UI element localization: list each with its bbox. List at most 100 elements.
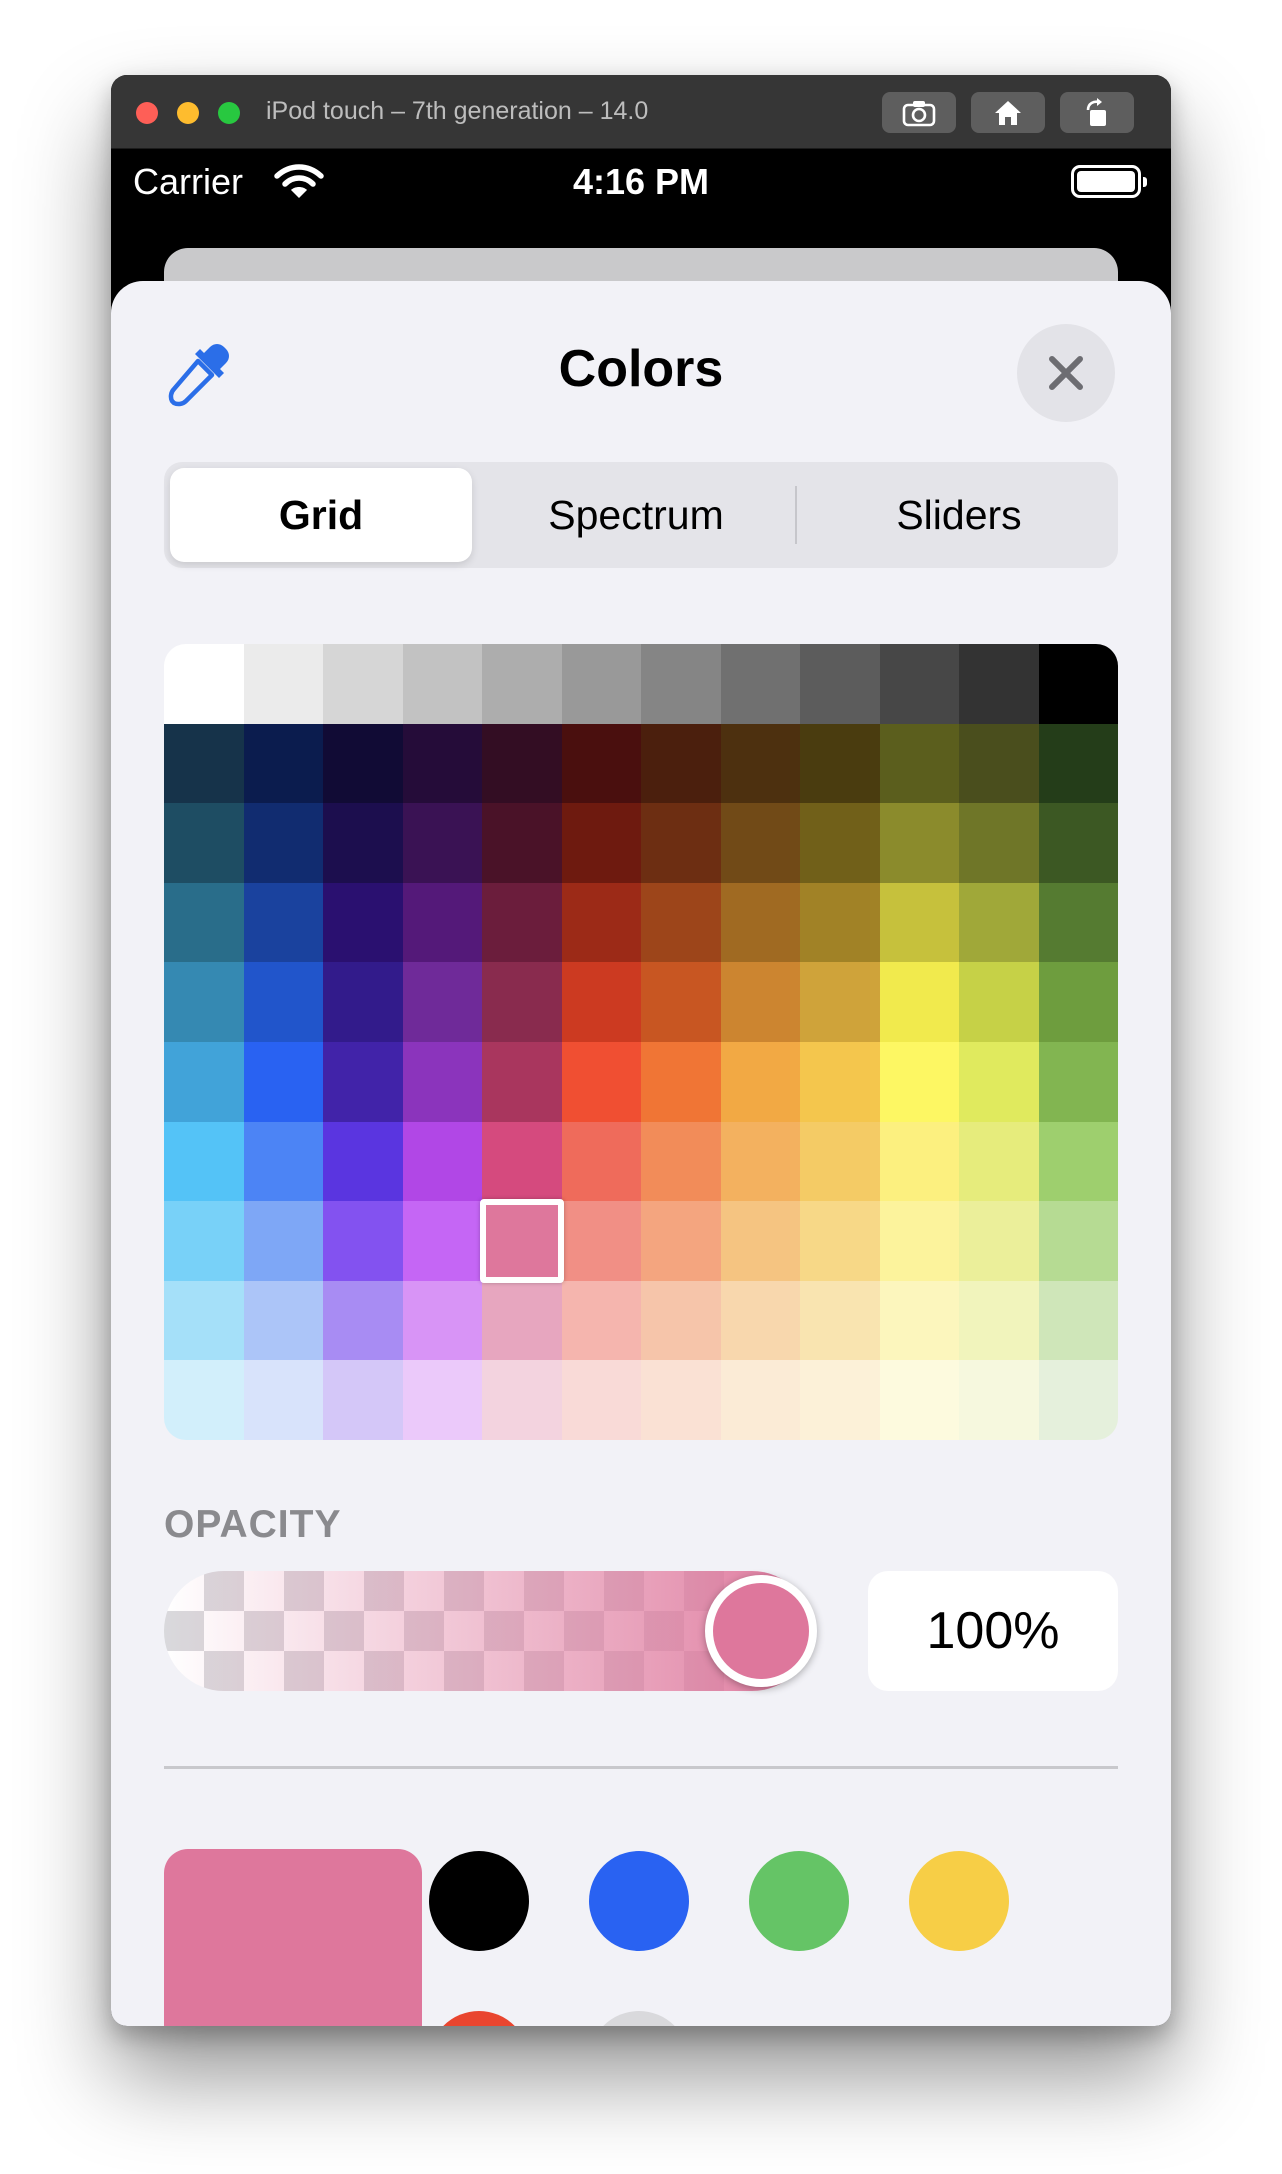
grid-cell[interactable] <box>959 1360 1039 1440</box>
grid-cell-selected[interactable] <box>480 1199 563 1283</box>
grid-cell[interactable] <box>959 962 1039 1042</box>
grid-cell[interactable] <box>1038 803 1118 883</box>
grid-cell[interactable] <box>879 803 959 883</box>
grid-cell[interactable] <box>402 882 482 963</box>
tab-grid[interactable]: Grid <box>170 468 472 562</box>
grid-cell[interactable] <box>879 962 959 1042</box>
opacity-value-field[interactable]: 100% <box>868 1571 1118 1691</box>
grid-cell[interactable] <box>243 882 323 963</box>
grid-cell[interactable] <box>164 882 244 963</box>
grid-cell[interactable] <box>482 1280 562 1361</box>
grid-cell[interactable] <box>561 1121 641 1202</box>
grid-cell[interactable] <box>879 1121 959 1202</box>
grid-cell[interactable] <box>561 723 641 804</box>
grid-cell[interactable] <box>641 803 721 883</box>
rotate-button[interactable] <box>1060 92 1134 133</box>
tab-sliders[interactable]: Sliders <box>800 462 1118 568</box>
grid-cell[interactable] <box>879 1360 959 1440</box>
grid-cell[interactable] <box>720 1041 800 1122</box>
grid-cell[interactable] <box>800 882 880 963</box>
screenshot-button[interactable] <box>882 92 956 133</box>
grid-cell[interactable] <box>323 1121 403 1202</box>
grid-cell[interactable] <box>164 644 244 724</box>
tab-spectrum[interactable]: Spectrum <box>482 462 790 568</box>
grid-cell[interactable] <box>164 1121 244 1202</box>
grid-cell[interactable] <box>641 1201 721 1281</box>
grid-cell[interactable] <box>800 1041 880 1122</box>
grid-cell[interactable] <box>243 1041 323 1122</box>
grid-cell[interactable] <box>402 803 482 883</box>
grid-cell[interactable] <box>402 1121 482 1202</box>
grid-cell[interactable] <box>1038 962 1118 1042</box>
grid-cell[interactable] <box>164 803 244 883</box>
grid-cell[interactable] <box>482 1121 562 1202</box>
grid-cell[interactable] <box>641 723 721 804</box>
grid-cell[interactable] <box>482 1041 562 1122</box>
grid-cell[interactable] <box>800 723 880 804</box>
grid-cell[interactable] <box>879 723 959 804</box>
grid-cell[interactable] <box>323 1201 403 1281</box>
grid-cell[interactable] <box>959 1201 1039 1281</box>
opacity-slider-thumb[interactable] <box>705 1575 817 1687</box>
grid-cell[interactable] <box>641 1121 721 1202</box>
grid-cell[interactable] <box>1038 1280 1118 1361</box>
grid-cell[interactable] <box>164 1360 244 1440</box>
grid-cell[interactable] <box>641 882 721 963</box>
grid-cell[interactable] <box>323 644 403 724</box>
favorite-color-yellow[interactable] <box>909 1851 1009 1951</box>
grid-cell[interactable] <box>879 1201 959 1281</box>
grid-cell[interactable] <box>243 1201 323 1281</box>
grid-cell[interactable] <box>720 644 800 724</box>
grid-cell[interactable] <box>800 1201 880 1281</box>
grid-cell[interactable] <box>323 1360 403 1440</box>
grid-cell[interactable] <box>561 1201 641 1281</box>
favorite-color-light-gray[interactable] <box>589 2011 689 2026</box>
grid-cell[interactable] <box>1038 1121 1118 1202</box>
grid-cell[interactable] <box>800 962 880 1042</box>
grid-cell[interactable] <box>1038 1360 1118 1440</box>
favorite-color-blue[interactable] <box>589 1851 689 1951</box>
window-zoom-button[interactable] <box>218 102 240 124</box>
grid-cell[interactable] <box>323 723 403 804</box>
grid-cell[interactable] <box>561 882 641 963</box>
grid-cell[interactable] <box>720 723 800 804</box>
window-close-button[interactable] <box>136 102 158 124</box>
window-minimize-button[interactable] <box>177 102 199 124</box>
grid-cell[interactable] <box>1038 882 1118 963</box>
home-button[interactable] <box>971 92 1045 133</box>
grid-cell[interactable] <box>641 962 721 1042</box>
grid-cell[interactable] <box>402 1201 482 1281</box>
grid-cell[interactable] <box>402 644 482 724</box>
grid-cell[interactable] <box>561 1360 641 1440</box>
favorite-color-black[interactable] <box>429 1851 529 1951</box>
grid-cell[interactable] <box>323 1280 403 1361</box>
grid-cell[interactable] <box>1038 1201 1118 1281</box>
grid-cell[interactable] <box>243 962 323 1042</box>
grid-cell[interactable] <box>561 1041 641 1122</box>
grid-cell[interactable] <box>720 1280 800 1361</box>
grid-cell[interactable] <box>959 644 1039 724</box>
grid-cell[interactable] <box>720 1360 800 1440</box>
grid-cell[interactable] <box>402 1280 482 1361</box>
grid-cell[interactable] <box>879 1280 959 1361</box>
grid-cell[interactable] <box>323 962 403 1042</box>
grid-cell[interactable] <box>959 1041 1039 1122</box>
grid-cell[interactable] <box>800 803 880 883</box>
grid-cell[interactable] <box>323 882 403 963</box>
grid-cell[interactable] <box>641 1041 721 1122</box>
grid-cell[interactable] <box>482 803 562 883</box>
grid-cell[interactable] <box>482 644 562 724</box>
grid-cell[interactable] <box>800 644 880 724</box>
grid-cell[interactable] <box>959 1280 1039 1361</box>
grid-cell[interactable] <box>1038 723 1118 804</box>
grid-cell[interactable] <box>402 1041 482 1122</box>
grid-cell[interactable] <box>959 723 1039 804</box>
grid-cell[interactable] <box>959 803 1039 883</box>
grid-cell[interactable] <box>959 1121 1039 1202</box>
grid-cell[interactable] <box>720 803 800 883</box>
grid-cell[interactable] <box>800 1360 880 1440</box>
grid-cell[interactable] <box>243 1121 323 1202</box>
grid-cell[interactable] <box>720 882 800 963</box>
grid-cell[interactable] <box>641 644 721 724</box>
grid-cell[interactable] <box>1038 1041 1118 1122</box>
